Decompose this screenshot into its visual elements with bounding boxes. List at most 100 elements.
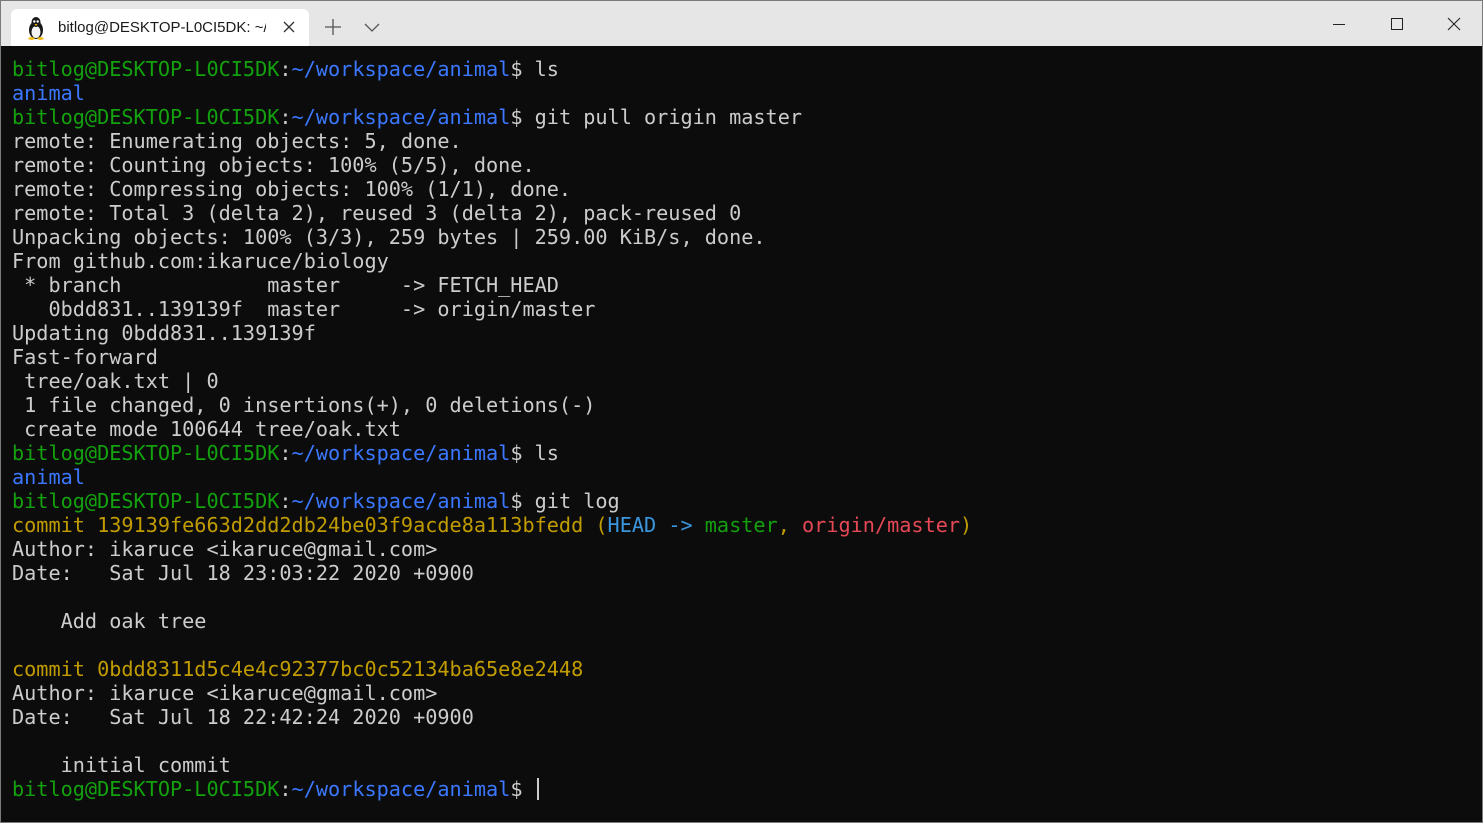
prompt-user-host: bitlog@DESKTOP-L0CI5DK <box>12 777 280 801</box>
command-text <box>522 777 534 801</box>
prompt-separator: : <box>279 489 292 513</box>
output-text: remote: Counting objects: 100% (5/5), do… <box>12 153 535 177</box>
tab-title: bitlog@DESKTOP-L0CI5DK: ~/workspace/anim… <box>58 19 266 36</box>
prompt-dollar: $ <box>510 57 523 81</box>
new-tab-icon[interactable] <box>323 17 343 37</box>
prompt-separator: : <box>279 105 292 129</box>
output-text: 0bdd831..139139f master -> origin/master <box>12 297 596 321</box>
maximize-button[interactable] <box>1368 1 1426 46</box>
output-text: create mode 100644 tree/oak.txt <box>12 417 401 441</box>
terminal-line: Updating 0bdd831..139139f <box>12 321 1482 345</box>
output-text: From github.com:ikaruce/biology <box>12 249 389 273</box>
close-icon <box>1447 17 1461 30</box>
terminal-line: remote: Enumerating objects: 5, done. <box>12 129 1482 153</box>
output-text: remote: Enumerating objects: 5, done. <box>12 129 462 153</box>
output-text: Add oak tree <box>12 609 207 633</box>
terminal-line: From github.com:ikaruce/biology <box>12 249 1482 273</box>
commit-hash: commit 0bdd8311d5c4e4c92377bc0c52134ba65… <box>12 657 584 681</box>
ref-close-paren: ) <box>960 513 973 537</box>
minimize-button[interactable] <box>1310 1 1368 46</box>
ref-open-paren: ( <box>583 513 608 537</box>
remote-ref: origin/master <box>802 513 961 537</box>
terminal-line: Author: ikaruce <ikaruce@gmail.com> <box>12 537 1482 561</box>
close-window-button[interactable] <box>1425 1 1482 46</box>
prompt-dollar: $ <box>510 489 523 513</box>
title-bar: bitlog@DESKTOP-L0CI5DK: ~/workspace/anim… <box>1 1 1482 46</box>
terminal-line: Date: Sat Jul 18 22:42:24 2020 +0900 <box>12 705 1482 729</box>
terminal-line: Date: Sat Jul 18 23:03:22 2020 +0900 <box>12 561 1482 585</box>
output-text: Unpacking objects: 100% (3/3), 259 bytes… <box>12 225 766 249</box>
head-ref: HEAD -> <box>607 513 705 537</box>
terminal-line: animal <box>12 81 1482 105</box>
output-text: Author: ikaruce <ikaruce@gmail.com> <box>12 681 438 705</box>
prompt-path: ~/workspace/animal <box>291 777 511 801</box>
tab-terminal[interactable]: bitlog@DESKTOP-L0CI5DK: ~/workspace/anim… <box>11 9 309 46</box>
linux-penguin-icon <box>28 16 44 40</box>
branch-ref: master <box>704 513 778 537</box>
output-text: 1 file changed, 0 insertions(+), 0 delet… <box>12 393 596 417</box>
output-text: remote: Total 3 (delta 2), reused 3 (del… <box>12 201 742 225</box>
terminal-line: commit 0bdd8311d5c4e4c92377bc0c52134ba65… <box>12 657 1482 681</box>
prompt-separator: : <box>279 57 292 81</box>
terminal-line: bitlog@DESKTOP-L0CI5DK:~/workspace/anima… <box>12 57 1482 81</box>
terminal-line: 1 file changed, 0 insertions(+), 0 delet… <box>12 393 1482 417</box>
terminal-line: * branch master -> FETCH_HEAD <box>12 273 1482 297</box>
terminal-window: bitlog@DESKTOP-L0CI5DK: ~/workspace/anim… <box>0 0 1483 823</box>
prompt-dollar: $ <box>510 105 523 129</box>
output-text: * branch master -> FETCH_HEAD <box>12 273 559 297</box>
commit-hash: commit 139139fe663d2dd2db24be03f9acde8a1… <box>12 513 584 537</box>
close-tab-icon[interactable] <box>281 19 297 35</box>
terminal-line: commit 139139fe663d2dd2db24be03f9acde8a1… <box>12 513 1482 537</box>
prompt-path: ~/workspace/animal <box>291 441 511 465</box>
prompt-path: ~/workspace/animal <box>291 489 511 513</box>
directory-entry: animal <box>12 465 85 489</box>
prompt-user-host: bitlog@DESKTOP-L0CI5DK <box>12 489 280 513</box>
output-text: initial commit <box>12 753 231 777</box>
output-text: tree/oak.txt | 0 <box>12 369 219 393</box>
output-text: Date: Sat Jul 18 23:03:22 2020 +0900 <box>12 561 474 585</box>
terminal-line: Fast-forward <box>12 345 1482 369</box>
maximize-icon <box>1391 17 1403 30</box>
terminal-line: create mode 100644 tree/oak.txt <box>12 417 1482 441</box>
terminal-line: bitlog@DESKTOP-L0CI5DK:~/workspace/anima… <box>12 441 1482 465</box>
terminal-line: 0bdd831..139139f master -> origin/master <box>12 297 1482 321</box>
output-text: Fast-forward <box>12 345 158 369</box>
terminal-line: Add oak tree <box>12 609 1482 633</box>
ref-separator: , <box>777 513 803 537</box>
command-text: ls <box>522 441 559 465</box>
prompt-dollar: $ <box>510 441 523 465</box>
prompt-user-host: bitlog@DESKTOP-L0CI5DK <box>12 441 280 465</box>
text-cursor <box>536 778 539 800</box>
prompt-user-host: bitlog@DESKTOP-L0CI5DK <box>12 105 280 129</box>
chevron-down-icon[interactable] <box>363 20 381 34</box>
output-text: Updating 0bdd831..139139f <box>12 321 316 345</box>
terminal-line: animal <box>12 465 1482 489</box>
output-text: Author: ikaruce <ikaruce@gmail.com> <box>12 537 438 561</box>
prompt-separator: : <box>279 777 292 801</box>
terminal-line: remote: Total 3 (delta 2), reused 3 (del… <box>12 201 1482 225</box>
terminal-line: initial commit <box>12 753 1482 777</box>
prompt-path: ~/workspace/animal <box>291 57 511 81</box>
command-text: git log <box>522 489 620 513</box>
output-text: remote: Compressing objects: 100% (1/1),… <box>12 177 572 201</box>
terminal-line: bitlog@DESKTOP-L0CI5DK:~/workspace/anima… <box>12 105 1482 129</box>
terminal-line: bitlog@DESKTOP-L0CI5DK:~/workspace/anima… <box>12 489 1482 513</box>
terminal-line: remote: Counting objects: 100% (5/5), do… <box>12 153 1482 177</box>
terminal-output[interactable]: bitlog@DESKTOP-L0CI5DK:~/workspace/anima… <box>12 57 1482 801</box>
terminal-line: Unpacking objects: 100% (3/3), 259 bytes… <box>12 225 1482 249</box>
prompt-path: ~/workspace/animal <box>291 105 511 129</box>
terminal-line: tree/oak.txt | 0 <box>12 369 1482 393</box>
prompt-separator: : <box>279 441 292 465</box>
terminal-line: remote: Compressing objects: 100% (1/1),… <box>12 177 1482 201</box>
command-text: ls <box>522 57 559 81</box>
command-text: git pull origin master <box>522 105 803 129</box>
minimize-icon <box>1333 23 1345 25</box>
terminal-line: bitlog@DESKTOP-L0CI5DK:~/workspace/anima… <box>12 777 1482 801</box>
output-text: Date: Sat Jul 18 22:42:24 2020 +0900 <box>12 705 474 729</box>
prompt-dollar: $ <box>510 777 523 801</box>
terminal-line: Author: ikaruce <ikaruce@gmail.com> <box>12 681 1482 705</box>
prompt-user-host: bitlog@DESKTOP-L0CI5DK <box>12 57 280 81</box>
